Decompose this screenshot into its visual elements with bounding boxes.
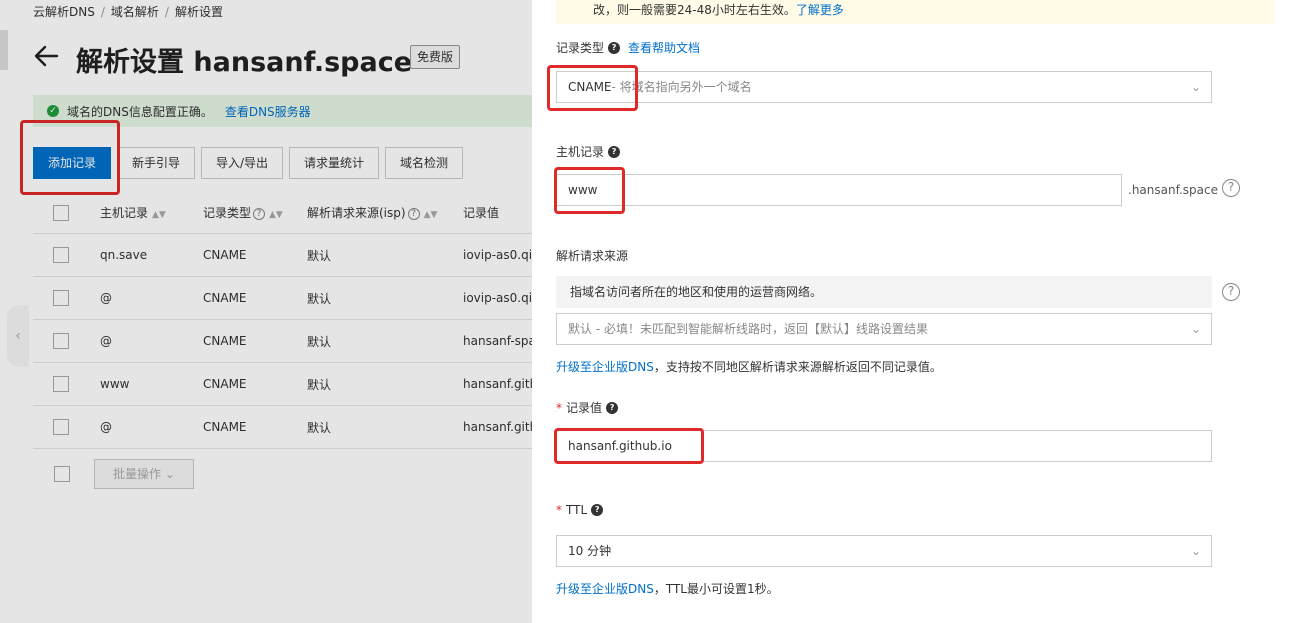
isp-select-value: 默认 - 必填！未匹配到智能解析线路时，返回【默认】线路设置结果 [568, 322, 928, 336]
propagation-notice: 改，则一般需要24-48小时左右生效。了解更多 [556, 0, 1274, 24]
ttl-value: 10 分钟 [568, 544, 612, 558]
learn-more-link[interactable]: 了解更多 [796, 3, 844, 17]
chevron-down-icon: ⌄ [1190, 80, 1201, 94]
highlight-host-record [554, 167, 625, 214]
help-icon[interactable]: ? [1222, 179, 1240, 197]
notice-text: 改，则一般需要24-48小时左右生效。 [593, 3, 796, 17]
highlight-record-type [547, 65, 638, 111]
help-icon[interactable]: ? [608, 145, 621, 158]
upgrade-enterprise-link[interactable]: 升级至企业版DNS [556, 582, 654, 596]
record-type-label: 记录类型? 查看帮助文档 [556, 39, 701, 56]
host-record-input[interactable]: www [556, 174, 1122, 206]
modal-mask[interactable]: ‹ [0, 0, 532, 623]
required-mark: * [556, 503, 562, 517]
highlight-record-value [554, 428, 704, 464]
isp-upgrade-text: ，支持按不同地区解析请求来源解析返回不同记录值。 [653, 360, 942, 374]
chevron-left-icon[interactable]: ‹ [7, 305, 29, 367]
help-doc-link[interactable]: 查看帮助文档 [628, 39, 700, 56]
ttl-upgrade-text: ，TTL最小可设置1秒。 [653, 582, 779, 596]
ttl-label: * TTL? [556, 503, 604, 517]
record-value-label: * 记录值? [556, 399, 619, 416]
host-record-label: 主机记录? [556, 143, 621, 160]
required-mark: * [556, 400, 562, 415]
isp-description: 指域名访问者所在的地区和使用的运营商网络。 [556, 276, 1212, 308]
ttl-upgrade-hint: 升级至企业版DNS，TTL最小可设置1秒。 [556, 580, 779, 597]
isp-upgrade-hint: 升级至企业版DNS，支持按不同地区解析请求来源解析返回不同记录值。 [556, 358, 942, 375]
record-type-select[interactable]: CNAME- 将域名指向另外一个域名 ⌄ [556, 71, 1212, 103]
domain-suffix: .hansanf.space [1128, 183, 1218, 197]
help-icon[interactable]: ? [606, 401, 619, 414]
ttl-select[interactable]: 10 分钟 ⌄ [556, 535, 1212, 567]
help-icon[interactable]: ? [591, 504, 604, 516]
add-record-drawer: 改，则一般需要24-48小时左右生效。了解更多 记录类型? 查看帮助文档 CNA… [532, 0, 1289, 623]
help-icon[interactable]: ? [1222, 283, 1240, 301]
help-icon[interactable]: ? [608, 41, 621, 54]
isp-select[interactable]: 默认 - 必填！未匹配到智能解析线路时，返回【默认】线路设置结果 ⌄ [556, 313, 1212, 345]
isp-label: 解析请求来源 [556, 249, 629, 263]
upgrade-enterprise-link[interactable]: 升级至企业版DNS [556, 360, 654, 374]
chevron-down-icon: ⌄ [1190, 544, 1201, 558]
chevron-down-icon: ⌄ [1190, 322, 1201, 336]
